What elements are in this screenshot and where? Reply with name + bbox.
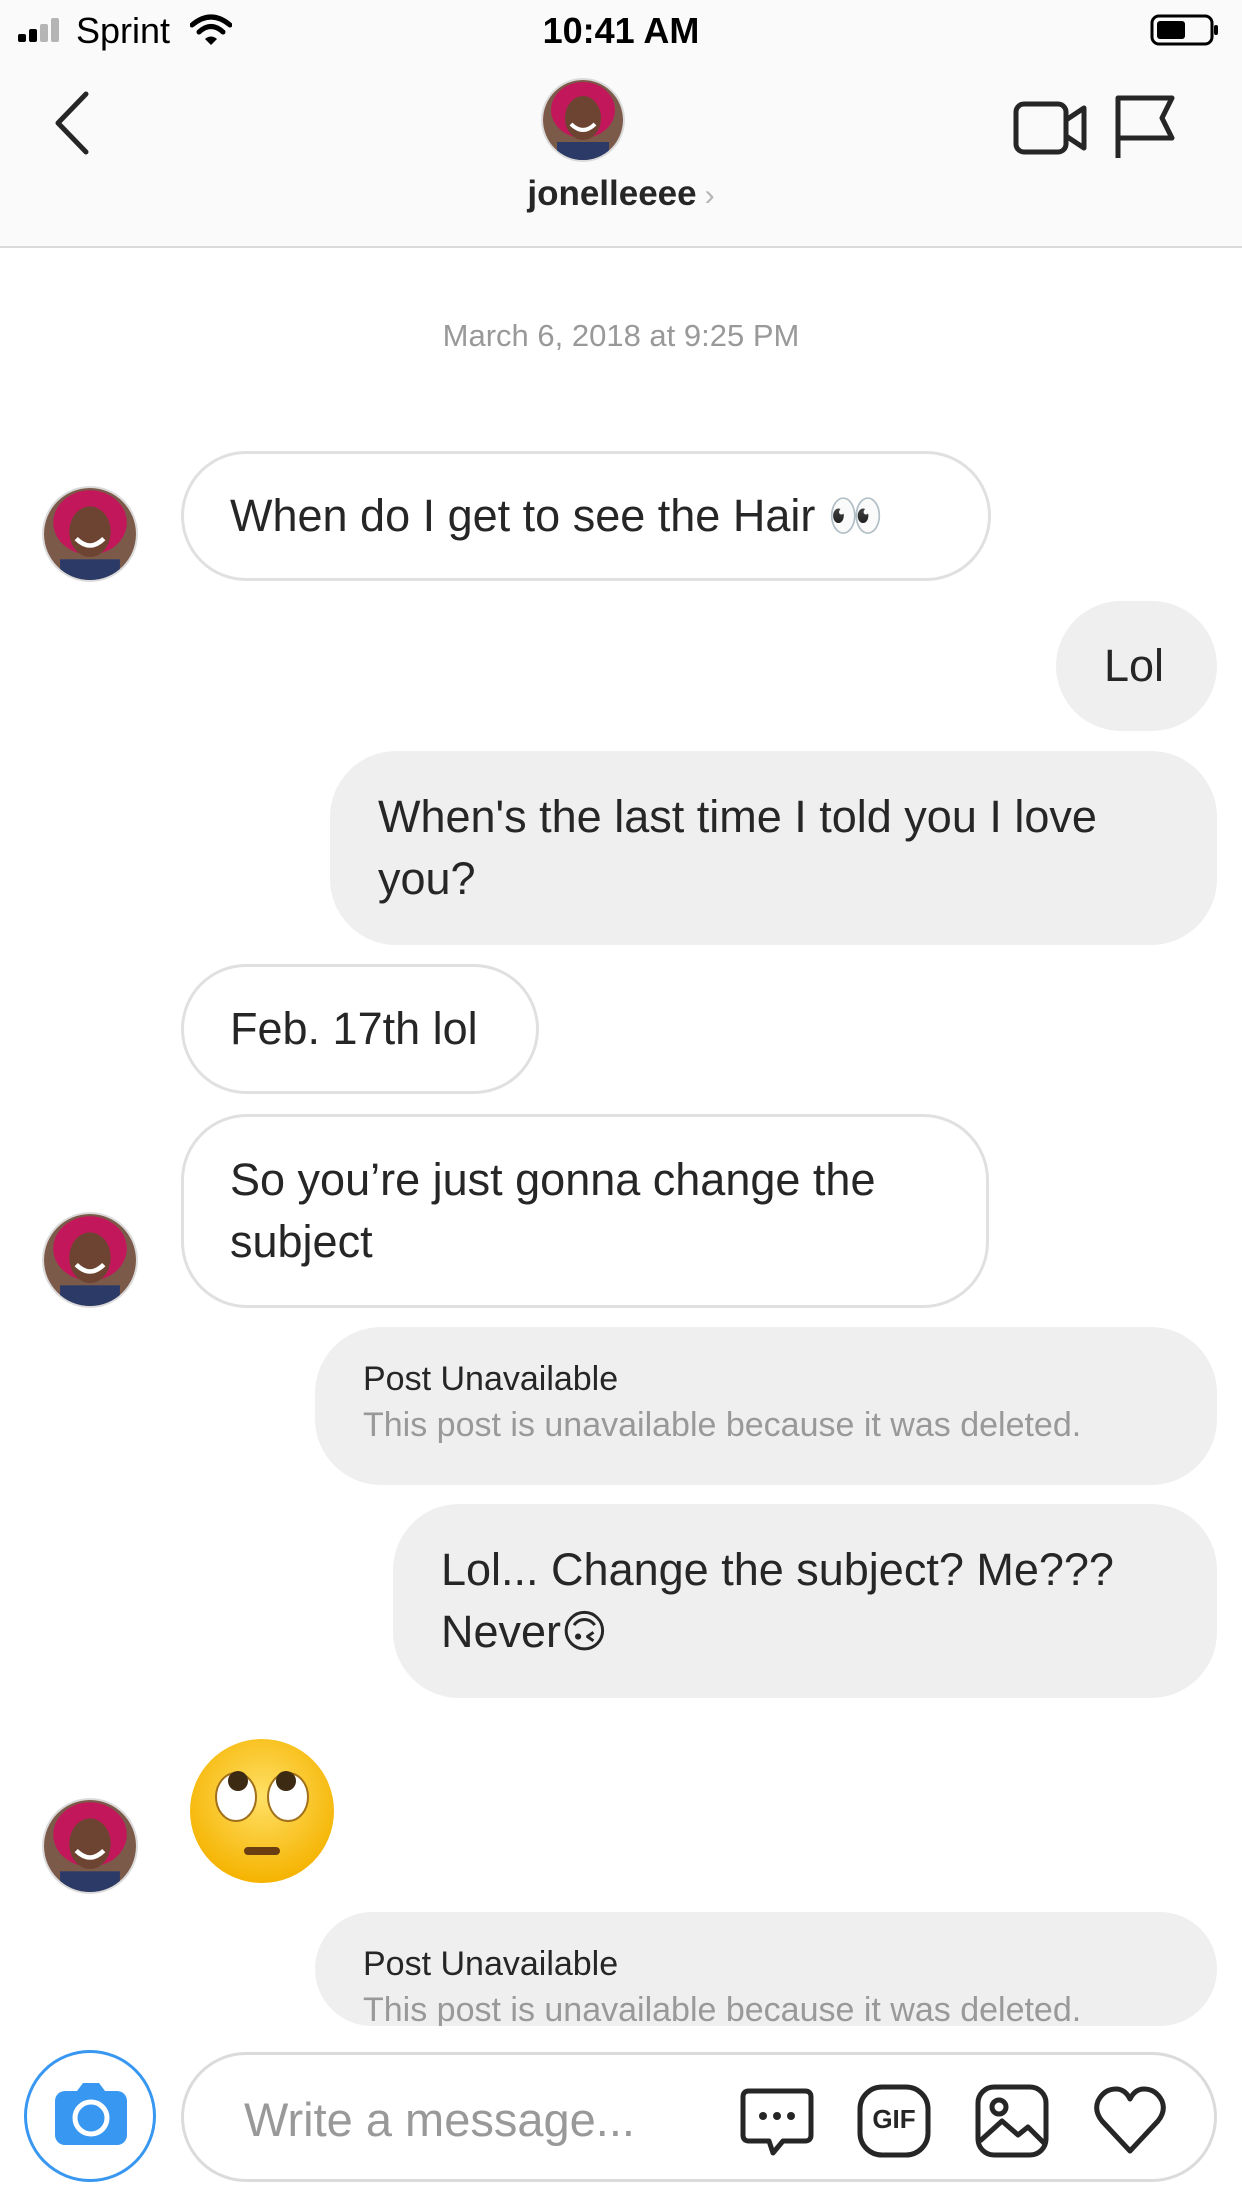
message-bubble-incoming[interactable]: So you’re just gonna change the subject [181, 1114, 989, 1308]
photo-icon[interactable] [974, 2083, 1050, 2159]
message-composer: GIF [181, 2052, 1217, 2182]
back-chevron-icon[interactable] [48, 88, 98, 158]
message-text: When do I get to see the Hair 👀 [230, 490, 884, 541]
post-title: Post Unavailable [363, 1945, 619, 1983]
chevron-right-icon: › [704, 179, 715, 212]
message-bubble-outgoing[interactable]: Lol... Change the subject? Me??? Never🙃 [393, 1504, 1217, 1698]
message-text: Feb. 17th lol [230, 1003, 478, 1054]
username-label: jonelleeee [527, 174, 697, 213]
eye-roll-emoji-icon[interactable] [186, 1735, 338, 1887]
camera-icon [55, 2083, 127, 2145]
shared-post-card[interactable]: Post Unavailable This post is unavailabl… [315, 1327, 1217, 1485]
battery-icon [1150, 14, 1218, 46]
avatar[interactable] [541, 78, 625, 162]
thread-username[interactable]: jonelleeee › [0, 174, 1242, 214]
message-bubble-incoming[interactable]: When do I get to see the Hair 👀 [181, 451, 991, 581]
chat-bubble-icon[interactable] [739, 2083, 815, 2159]
post-subtitle: This post is unavailable because it was … [363, 1406, 1082, 1444]
message-text: Lol [1104, 640, 1165, 691]
profile-photo [44, 1800, 136, 1892]
message-bubble-outgoing[interactable]: When's the last time I told you I love y… [330, 751, 1217, 945]
post-title: Post Unavailable [363, 1360, 619, 1398]
message-text: Lol... Change the subject? Me??? Never🙃 [441, 1544, 1114, 1657]
clock: 10:41 AM [542, 10, 700, 51]
gif-icon[interactable]: GIF [856, 2083, 932, 2159]
avatar[interactable] [42, 486, 138, 582]
post-subtitle: This post is unavailable because it was … [363, 1991, 1082, 2026]
video-call-icon[interactable] [1012, 96, 1088, 160]
profile-photo [44, 488, 136, 580]
status-bar: Sprint 10:41 AM [0, 0, 1242, 62]
flag-icon[interactable] [1112, 92, 1178, 160]
message-text: When's the last time I told you I love y… [378, 791, 1097, 904]
shared-post-card[interactable]: Post Unavailable This post is unavailabl… [315, 1912, 1217, 2026]
camera-button[interactable] [24, 2050, 156, 2182]
profile-photo [44, 1214, 136, 1306]
gif-label: GIF [872, 2104, 916, 2134]
thread-timestamp: March 6, 2018 at 9:25 PM [442, 318, 800, 353]
message-text: So you’re just gonna change the subject [230, 1154, 876, 1267]
message-bubble-incoming[interactable]: Feb. 17th lol [181, 964, 539, 1094]
message-bubble-outgoing[interactable]: Lol [1056, 601, 1217, 731]
thread-header: jonelleeee › [0, 62, 1242, 248]
heart-icon[interactable] [1092, 2083, 1168, 2159]
avatar[interactable] [42, 1212, 138, 1308]
avatar[interactable] [42, 1798, 138, 1894]
message-input[interactable] [244, 2087, 724, 2151]
profile-photo [543, 80, 623, 160]
